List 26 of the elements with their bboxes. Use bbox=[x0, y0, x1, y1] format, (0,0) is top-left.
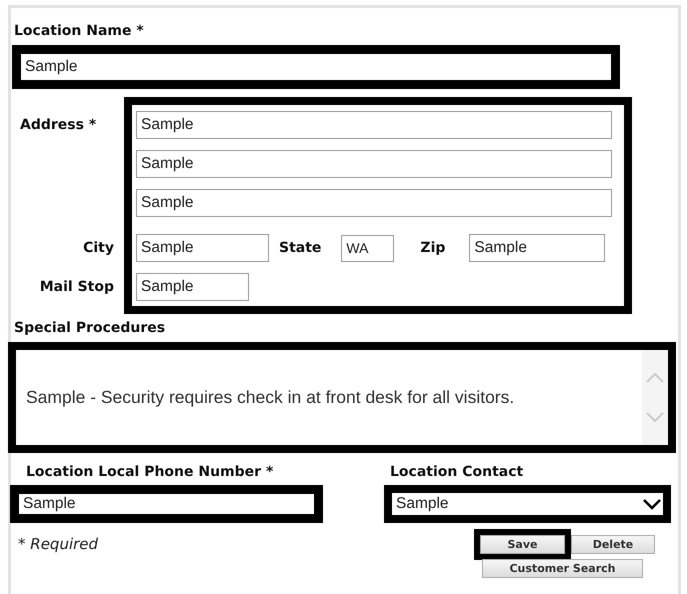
action-button[interactable]: Customer Search bbox=[482, 559, 643, 578]
scroll-down-icon[interactable] bbox=[646, 412, 664, 422]
field-label: Location Local Phone Number * bbox=[26, 464, 274, 480]
field-label: Address * bbox=[20, 116, 96, 135]
action-button[interactable]: Delete bbox=[571, 535, 655, 554]
field-label: Special Procedures bbox=[14, 320, 166, 336]
chevron-down-icon bbox=[643, 498, 661, 510]
required-note: * Required bbox=[17, 534, 100, 555]
field-label: Location Name * bbox=[14, 23, 144, 39]
input-field[interactable]: Sample bbox=[18, 493, 315, 515]
text-area[interactable]: Sample - Security requires check in at front desk for all visitors. bbox=[16, 350, 642, 445]
field-label: State bbox=[279, 240, 322, 256]
input-field[interactable]: Sample bbox=[136, 150, 612, 178]
field-label: Zip bbox=[420, 240, 446, 256]
field-label: Mail Stop bbox=[40, 278, 114, 297]
input-field[interactable]: Sample bbox=[20, 53, 612, 81]
field-label: Location Contact bbox=[390, 464, 524, 480]
scroll-up-icon[interactable] bbox=[646, 372, 664, 383]
input-field[interactable]: Sample bbox=[136, 234, 269, 262]
input-field[interactable]: Sample bbox=[136, 111, 612, 139]
input-field[interactable]: WA bbox=[341, 234, 394, 262]
input-field[interactable]: Sample bbox=[136, 273, 249, 301]
field-label: City bbox=[83, 239, 114, 258]
action-button[interactable]: Save bbox=[480, 535, 565, 554]
input-field[interactable]: Sample bbox=[469, 234, 606, 262]
input-field[interactable]: Sample bbox=[136, 189, 612, 217]
